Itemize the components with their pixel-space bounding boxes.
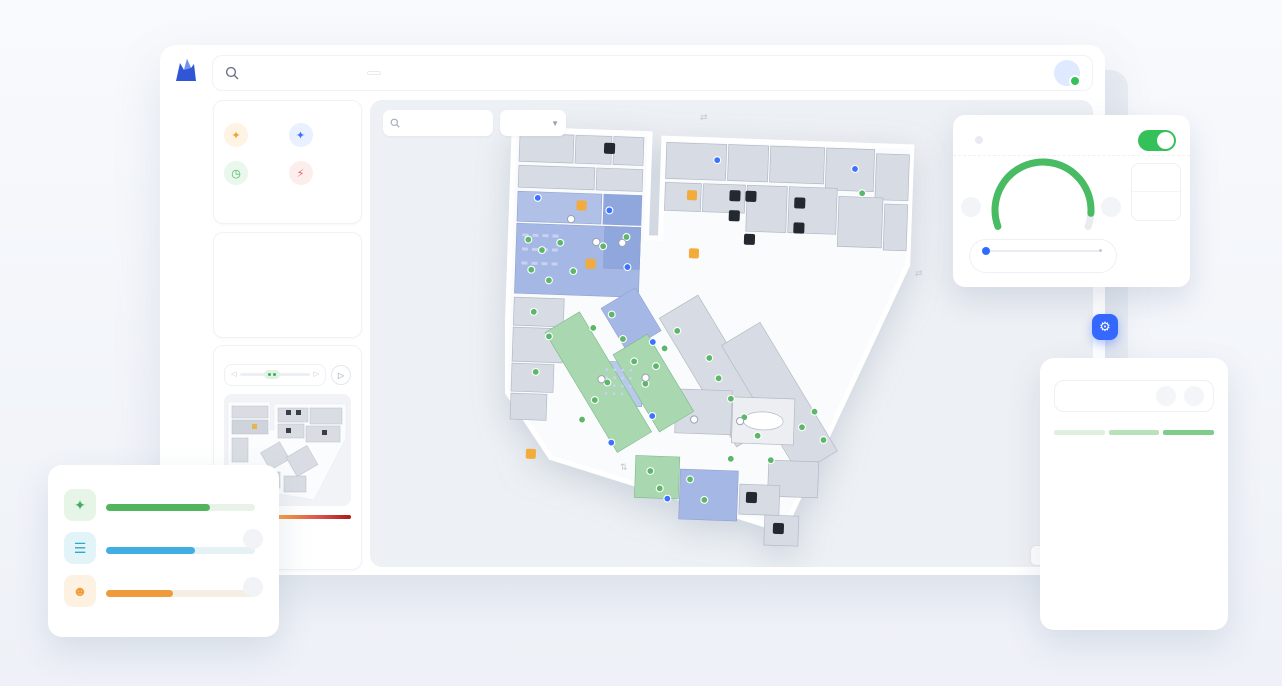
slider-next-icon[interactable]: ▷	[314, 370, 319, 378]
slider-track[interactable]	[240, 373, 309, 376]
usage-frequency-card	[1040, 358, 1228, 630]
compare-row-presence: ☻	[64, 575, 263, 607]
fan-slider-handle[interactable]	[982, 247, 990, 255]
device-compare-card: ✦ ☰ ☻	[48, 465, 279, 637]
user-avatar[interactable]	[1054, 60, 1080, 86]
fan-tick	[1099, 249, 1102, 252]
building-selector[interactable]: ▼	[500, 110, 566, 136]
stat-total-lights: ✦	[224, 123, 287, 147]
energy-trend-card	[213, 232, 362, 338]
bulb-icon: ✦	[224, 123, 248, 147]
ac-status-badge	[975, 136, 987, 144]
device-search-input[interactable]	[404, 118, 484, 128]
next-month-button[interactable]	[1184, 386, 1204, 406]
temp-minus-button[interactable]	[961, 197, 981, 217]
floor-settings-button[interactable]: ⚙	[1092, 314, 1118, 340]
slider-prev-icon[interactable]: ◁	[231, 370, 236, 378]
y-axis-ticks	[224, 247, 244, 309]
floor-plan[interactable]	[505, 128, 935, 548]
device-search-box	[383, 110, 493, 136]
bulb-on-icon: ✦	[289, 123, 313, 147]
app-logo[interactable]	[170, 54, 200, 86]
search-icon	[225, 66, 239, 80]
global-search-input[interactable]	[247, 66, 367, 81]
bulb-icon: ✦	[64, 489, 96, 521]
search-icon	[390, 118, 400, 128]
fan-track[interactable]	[984, 250, 1102, 252]
temp-plus-button[interactable]	[1101, 197, 1121, 217]
entrance-arrow-icon: ⇄	[915, 268, 923, 279]
compare-row-lighting: ✦	[64, 489, 263, 521]
ac-control-card	[953, 115, 1190, 287]
play-button[interactable]: ▷	[331, 365, 351, 385]
logo-icon	[170, 54, 200, 86]
top-search-bar	[212, 55, 1093, 91]
stat-on-duration: ◷	[224, 161, 287, 185]
mode-selector	[1131, 163, 1181, 221]
fan-speed-slider	[969, 239, 1117, 273]
presence-scan-icon: ☻	[64, 575, 96, 607]
set-temp-value	[977, 195, 1109, 226]
flash-icon: ⚡	[289, 161, 313, 185]
slider-handle[interactable]	[264, 370, 280, 379]
lighting-overview-card: ✦ ✦ ◷ ⚡	[213, 100, 362, 224]
compare-row-ac: ☰	[64, 532, 263, 564]
vs-badge	[243, 529, 263, 549]
vs-badge	[243, 577, 263, 597]
mode-heat-button[interactable]	[1132, 192, 1180, 220]
ac-vent-icon: ☰	[64, 532, 96, 564]
mode-cool-button[interactable]	[1132, 164, 1180, 192]
search-shortcut-badge	[367, 71, 381, 75]
clock-icon: ◷	[224, 161, 248, 185]
entrance-arrow-icon: ⇄	[700, 112, 708, 123]
energy-bar-chart	[224, 238, 351, 309]
status-dot	[975, 136, 983, 144]
stat-lights-on: ✦	[289, 123, 352, 147]
prev-month-button[interactable]	[1156, 386, 1176, 406]
frequency-legend-bars	[1054, 430, 1214, 435]
chevron-down-icon: ▼	[551, 119, 559, 128]
gear-icon: ⚙	[1099, 319, 1111, 335]
entrance-arrow-icon: ⇅	[620, 462, 628, 473]
lighting-stats: ✦ ✦ ◷ ⚡	[224, 123, 351, 185]
time-slider: ◁ ▷	[224, 364, 326, 386]
power-toggle[interactable]	[1138, 130, 1176, 151]
month-selector	[1054, 380, 1214, 412]
stat-energy: ⚡	[289, 161, 352, 185]
